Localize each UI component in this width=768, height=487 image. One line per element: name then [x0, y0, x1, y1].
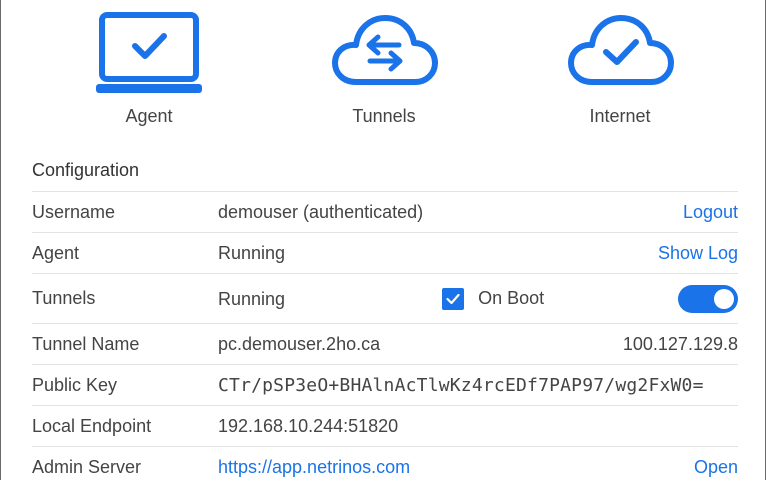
local-endpoint-value: 192.168.10.244:51820: [218, 406, 602, 447]
tunnel-ip-value: 100.127.129.8: [602, 324, 738, 365]
row-username: Username demouser (authenticated) Logout: [32, 192, 738, 233]
admin-server-label: Admin Server: [32, 447, 218, 487]
tunnels-label: Tunnels: [32, 274, 218, 324]
username-label: Username: [32, 192, 218, 233]
status-agent: Agent: [69, 0, 229, 100]
laptop-check-icon: [69, 0, 229, 100]
agent-label: Agent: [32, 233, 218, 274]
row-admin-server: Admin Server https://app.netrinos.com Op…: [32, 447, 738, 487]
logout-link[interactable]: Logout: [683, 202, 738, 222]
agent-value: Running: [218, 233, 602, 274]
status-agent-label: Agent: [69, 106, 229, 127]
on-boot-label: On Boot: [478, 288, 544, 309]
status-panel: Agent Tunnels Internet: [0, 0, 768, 150]
configuration-table: Username demouser (authenticated) Logout…: [32, 191, 738, 487]
username-value: demouser (authenticated): [218, 192, 602, 233]
cloud-arrows-icon: [304, 0, 464, 100]
show-log-link[interactable]: Show Log: [658, 243, 738, 263]
status-tunnels-label: Tunnels: [304, 106, 464, 127]
on-boot-checkbox[interactable]: [442, 288, 464, 310]
status-tunnels: Tunnels: [304, 0, 464, 100]
tunnel-name-value: pc.demouser.2ho.ca: [218, 324, 602, 365]
row-public-key: Public Key CTr/pSP3eO+BHAlnAcTlwKz4rcEDf…: [32, 365, 738, 406]
status-internet-label: Internet: [540, 106, 700, 127]
status-internet: Internet: [540, 0, 700, 100]
on-boot-control: On Boot: [442, 288, 544, 310]
tunnels-toggle[interactable]: [678, 285, 738, 313]
public-key-value: CTr/pSP3eO+BHAlnAcTlwKz4rcEDf7PAP97/wg2F…: [218, 365, 738, 406]
checkmark-icon: [446, 293, 460, 305]
public-key-label: Public Key: [32, 365, 218, 406]
cloud-check-icon: [540, 0, 700, 100]
row-tunnels: Tunnels Running On Boot: [32, 274, 738, 324]
row-local-endpoint: Local Endpoint 192.168.10.244:51820: [32, 406, 738, 447]
toggle-knob: [714, 289, 734, 309]
configuration-heading: Configuration: [32, 160, 139, 181]
row-tunnel-name: Tunnel Name pc.demouser.2ho.ca 100.127.1…: [32, 324, 738, 365]
local-endpoint-label: Local Endpoint: [32, 406, 218, 447]
tunnels-value: Running: [218, 289, 285, 309]
open-link[interactable]: Open: [694, 457, 738, 477]
row-agent: Agent Running Show Log: [32, 233, 738, 274]
tunnel-name-label: Tunnel Name: [32, 324, 218, 365]
admin-server-url-link[interactable]: https://app.netrinos.com: [218, 457, 410, 477]
